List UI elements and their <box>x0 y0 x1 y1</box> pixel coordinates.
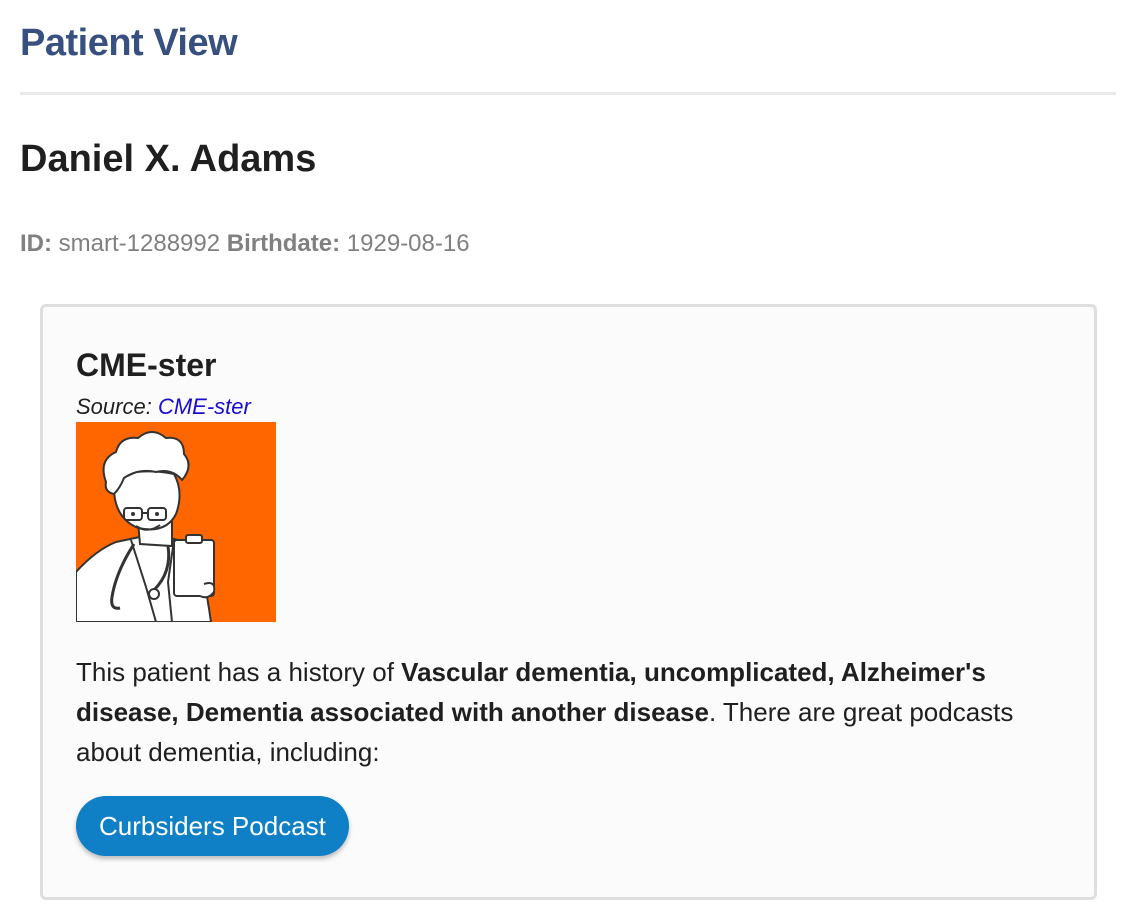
app-title: Patient View <box>20 22 238 64</box>
summary-prefix: This patient has a history of <box>76 657 402 687</box>
id-label: ID: <box>20 230 52 257</box>
source-link[interactable]: CME-ster <box>158 394 251 419</box>
curbsiders-podcast-button[interactable]: Curbsiders Podcast <box>76 796 349 856</box>
patient-name: Daniel X. Adams <box>20 138 317 180</box>
patient-meta: ID: smart-1288992 Birthdate: 1929-08-16 <box>20 229 470 259</box>
card-summary: This patient has a history of Vascular d… <box>76 652 1076 772</box>
birthdate-label: Birthdate: <box>226 230 341 257</box>
source-label: Source: <box>76 394 152 419</box>
card-title: CME-ster <box>76 347 217 383</box>
id-value: smart-1288992 <box>58 230 221 257</box>
birthdate-value: 1929-08-16 <box>346 230 470 257</box>
card-source: Source: CME-ster <box>76 393 251 421</box>
cds-card: CME-ster Source: CME-ster This patient h… <box>40 304 1097 900</box>
header-divider <box>20 92 1116 95</box>
doctor-cartoon-logo-icon <box>76 422 276 622</box>
patient-view-page: Patient View Daniel X. Adams ID: smart-1… <box>0 0 1134 914</box>
